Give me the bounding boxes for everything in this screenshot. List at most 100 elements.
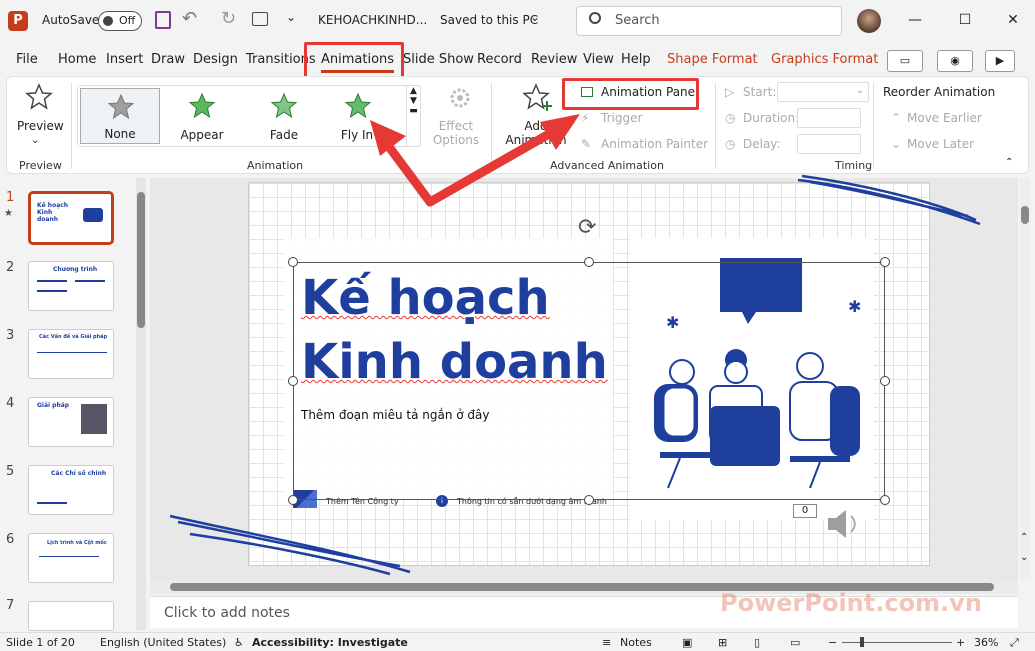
normal-view-icon[interactable]: ▣ (682, 636, 692, 649)
slide-thumb-7[interactable] (28, 601, 114, 631)
comments-icon[interactable]: ▭ (887, 50, 923, 72)
zoom-slider-thumb[interactable] (860, 637, 864, 647)
animation-none[interactable]: None (80, 88, 160, 144)
move-earlier-button[interactable]: Move Earlier (907, 111, 982, 125)
scrollbar-thumb[interactable] (1021, 206, 1029, 224)
notes-placeholder: Click to add notes (164, 605, 290, 621)
save-icon[interactable] (155, 11, 171, 29)
resize-handle[interactable] (880, 257, 890, 267)
record-icon[interactable]: ◉ (937, 50, 973, 72)
move-later-icon: ⌄ (891, 137, 902, 151)
chevron-down-icon[interactable]: ⌄ (530, 10, 540, 24)
animation-appear[interactable]: Appear (162, 88, 242, 144)
resize-handle[interactable] (584, 257, 594, 267)
slide-thumb-1[interactable]: Kế hoạch Kinh doanh (28, 191, 114, 245)
tab-shape-format[interactable]: Shape Format (667, 52, 758, 67)
avatar[interactable] (857, 9, 881, 33)
tab-home[interactable]: Home (58, 52, 96, 67)
arrow-annotation (370, 114, 580, 207)
autosave-toggle[interactable]: Off (98, 11, 142, 31)
thumb-line (37, 502, 67, 504)
slide-thumb-5[interactable]: Các Chỉ số chính (28, 465, 114, 515)
accessibility-icon: ♿ (234, 636, 244, 649)
search-box[interactable]: Search (576, 6, 842, 36)
next-slide-icon[interactable]: ⌄ (1020, 552, 1028, 563)
canvas-scrollbar[interactable] (1020, 178, 1030, 580)
animation-counter-badge: 0 (793, 504, 817, 518)
resize-handle[interactable] (880, 376, 890, 386)
divider (873, 83, 874, 169)
preview-button[interactable]: Preview (17, 119, 64, 133)
thumbs-scrollbar[interactable] (136, 178, 146, 630)
fit-to-window-icon[interactable]: ⤢ (1010, 636, 1019, 650)
tab-view[interactable]: View (583, 52, 614, 67)
tab-review[interactable]: Review (531, 52, 577, 67)
slide-thumb-4[interactable]: Giải pháp (28, 397, 114, 447)
tab-record[interactable]: Record (477, 52, 522, 67)
scribble-decoration (169, 514, 411, 576)
thumb-number: 2 (6, 260, 15, 275)
customize-toolbar-icon[interactable]: ⌄ (286, 10, 296, 24)
slideshow-view-icon[interactable]: ▭ (790, 636, 800, 649)
tab-draw[interactable]: Draw (151, 52, 185, 67)
tab-file[interactable]: File (16, 52, 38, 67)
thumb-title: Các Chỉ số chính (51, 470, 107, 477)
trigger-button[interactable]: Trigger (601, 111, 642, 125)
notes-icon: ≡ (602, 636, 612, 649)
notes-button[interactable]: Notes (620, 636, 652, 649)
language-status[interactable]: English (United States) (100, 636, 226, 649)
speaker-icon[interactable] (824, 504, 864, 544)
duration-input[interactable] (797, 108, 861, 128)
delay-icon: ◷ (725, 137, 736, 151)
undo-icon[interactable]: ↶ (182, 8, 197, 29)
resize-handle[interactable] (880, 495, 890, 505)
accessibility-status[interactable]: Accessibility: Investigate (252, 636, 408, 649)
resize-handle[interactable] (288, 376, 298, 386)
minimize-icon[interactable]: — (905, 10, 925, 30)
tab-help[interactable]: Help (621, 52, 651, 67)
zoom-slider[interactable] (842, 642, 952, 643)
tab-design[interactable]: Design (193, 52, 238, 67)
animation-group-label: Animation (247, 159, 304, 172)
delay-label: Delay: (743, 137, 781, 151)
rotate-handle-icon[interactable]: ⟳ (578, 215, 596, 240)
present-button-icon[interactable]: ▶ (985, 50, 1015, 72)
preview-dropdown-icon[interactable]: ⌄ (31, 135, 39, 146)
start-select[interactable]: ⌄ (777, 82, 869, 102)
zoom-in-icon[interactable]: + (956, 636, 965, 649)
collapse-ribbon-icon[interactable]: ⌃ (1005, 157, 1013, 168)
prev-slide-icon[interactable]: ⌃ (1020, 532, 1028, 543)
resize-handle[interactable] (584, 495, 594, 505)
maximize-icon[interactable]: ☐ (955, 10, 975, 30)
tab-graphics-format[interactable]: Graphics Format (771, 52, 878, 67)
close-icon[interactable]: ✕ (1003, 10, 1023, 30)
slide-sorter-icon[interactable]: ⊞ (718, 636, 727, 649)
ribbon-tabs: File Home Insert Draw Design Transitions… (0, 44, 1035, 76)
divider (715, 83, 716, 169)
slide-thumb-3[interactable]: Các Vấn đề và Giải pháp (28, 329, 114, 379)
slide-thumb-6[interactable]: Lịch trình và Cột mốc (28, 533, 114, 583)
animation-fade-label: Fade (269, 128, 299, 142)
thumb-number: 6 (6, 532, 15, 547)
slide-thumb-2[interactable]: Chương trình (28, 261, 114, 311)
reorder-animation-title: Reorder Animation (883, 85, 996, 99)
animation-painter-button[interactable]: Animation Painter (601, 137, 708, 151)
zoom-out-icon[interactable]: − (828, 636, 837, 649)
thumb-line (37, 290, 67, 292)
file-name: KEHOACHKINHD... (318, 13, 428, 27)
thumb-number: 4 (6, 396, 15, 411)
animation-fade[interactable]: Fade (244, 88, 324, 144)
delay-input[interactable] (797, 134, 861, 154)
reading-view-icon[interactable]: ▯ (754, 636, 760, 649)
zoom-level[interactable]: 36% (974, 636, 998, 649)
tab-slide-show[interactable]: Slide Show (403, 52, 474, 67)
animation-appear-label: Appear (180, 128, 224, 142)
move-later-button[interactable]: Move Later (907, 137, 974, 151)
present-icon[interactable] (252, 12, 268, 26)
scrollbar-thumb[interactable] (137, 192, 145, 328)
tab-insert[interactable]: Insert (106, 52, 143, 67)
resize-handle[interactable] (288, 257, 298, 267)
redo-icon[interactable]: ↻ (221, 8, 236, 29)
resize-handle[interactable] (288, 495, 298, 505)
save-status[interactable]: Saved to this PC (440, 13, 538, 27)
